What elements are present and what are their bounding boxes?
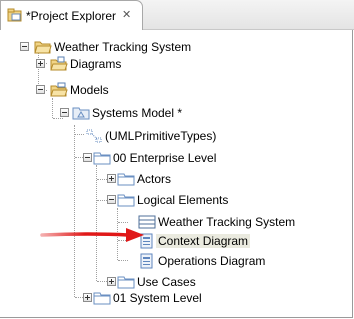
- tree-item-label: 00 Enterprise Level: [113, 151, 217, 165]
- collapse-toggle[interactable]: [60, 108, 69, 117]
- folder-icon: [117, 274, 135, 290]
- tree-item-label: Weather Tracking System: [158, 215, 296, 229]
- folder-icon: [93, 290, 111, 306]
- expand-toggle[interactable]: [107, 277, 116, 286]
- tree-item-label: Logical Elements: [137, 193, 229, 207]
- folder-icon: [117, 192, 135, 208]
- project-folder-icon: [34, 39, 52, 55]
- tree-item-label: 01 System Level: [113, 291, 202, 305]
- collapse-toggle[interactable]: [36, 85, 45, 94]
- tree-connector: [74, 125, 75, 297]
- tree-connector: [97, 179, 107, 180]
- tree-connector: [97, 281, 107, 282]
- project-tree: Weather Tracking System Diagrams Models …: [0, 30, 352, 317]
- tree-item-label: Models: [70, 83, 109, 97]
- models-folder-icon: [50, 82, 68, 98]
- callout-arrow-icon: [40, 228, 144, 242]
- tree-connector: [97, 200, 107, 201]
- collapse-toggle[interactable]: [107, 195, 116, 204]
- package-import-icon: [85, 128, 103, 144]
- tree-connector: [75, 134, 84, 135]
- folder-icon: [93, 150, 111, 166]
- tree-item-label: Context Diagram: [156, 234, 251, 248]
- project-explorer-icon: [7, 8, 24, 26]
- tree-connector: [53, 118, 63, 119]
- collapse-toggle[interactable]: [83, 153, 92, 162]
- expand-toggle[interactable]: [83, 293, 92, 302]
- project-explorer-view: *Project Explorer ✕ Weather Tracking Sys…: [0, 0, 354, 318]
- view-tab-strip: *Project Explorer ✕: [0, 0, 354, 30]
- tree-item-label: Weather Tracking System: [54, 40, 192, 54]
- tree-item-label: Diagrams: [70, 57, 122, 71]
- diagram-icon: [138, 253, 156, 269]
- folder-icon: [117, 171, 135, 187]
- collapse-toggle[interactable]: [20, 42, 29, 51]
- tree-item-label: Use Cases: [137, 275, 196, 289]
- package-icon: [72, 105, 90, 121]
- tree-connector: [118, 222, 128, 223]
- tree-item-label: Actors: [137, 172, 172, 186]
- tree-item-label: (UMLPrimitiveTypes): [105, 129, 217, 143]
- tree-connector: [52, 98, 53, 118]
- tab-project-explorer[interactable]: *Project Explorer ✕: [0, 0, 143, 30]
- close-icon[interactable]: ✕: [122, 10, 131, 21]
- tab-title: *Project Explorer: [26, 9, 117, 23]
- tree-connector: [118, 260, 128, 261]
- expand-toggle[interactable]: [107, 174, 116, 183]
- expand-toggle[interactable]: [36, 59, 45, 68]
- tree-item-label: Operations Diagram: [158, 254, 266, 268]
- tree-item-label: Systems Model *: [92, 106, 183, 120]
- tree-connector: [96, 165, 97, 281]
- diagrams-folder-icon: [50, 56, 68, 72]
